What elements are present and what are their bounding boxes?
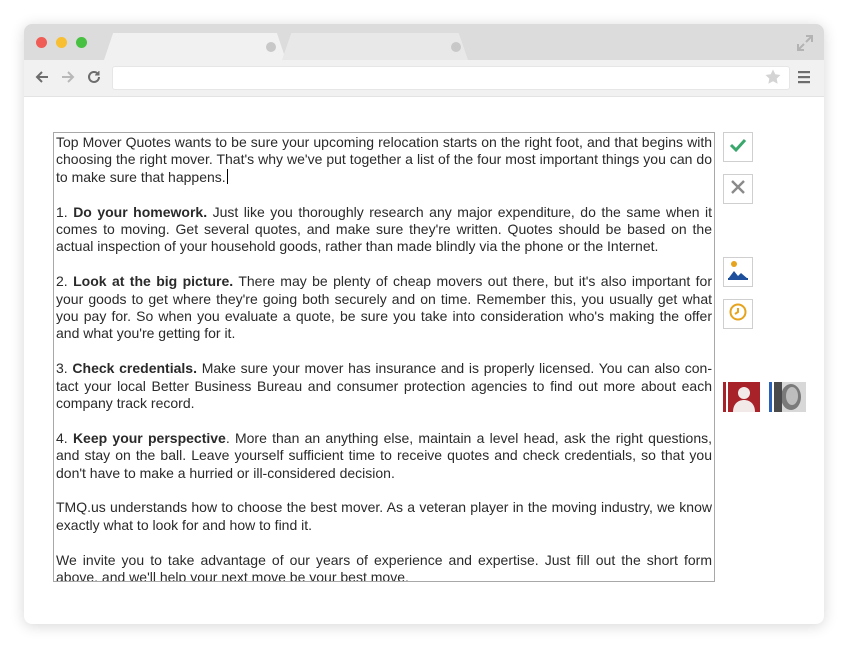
- reject-button[interactable]: [723, 174, 753, 204]
- accept-button[interactable]: [723, 132, 753, 162]
- fullscreen-icon[interactable]: [796, 34, 814, 52]
- intro-paragraph: Top Mover Quotes wants to be sure your u…: [56, 134, 712, 185]
- close-icon: [729, 178, 747, 201]
- maximize-window-button[interactable]: [76, 37, 87, 48]
- tab-close-icon[interactable]: [266, 42, 276, 52]
- avatar[interactable]: [723, 382, 760, 412]
- forward-arrow-icon[interactable]: [58, 67, 78, 87]
- history-button[interactable]: [723, 299, 753, 329]
- browser-tab-inactive[interactable]: [282, 33, 468, 60]
- reload-icon[interactable]: [84, 67, 104, 87]
- text-editor[interactable]: Top Mover Quotes wants to be sure your u…: [53, 132, 715, 582]
- tip-paragraph-2: 2. Look at the big picture. There may be…: [56, 273, 712, 342]
- browser-tab-active[interactable]: [104, 33, 286, 60]
- title-bar: [24, 24, 824, 60]
- invite-paragraph: We invite you to take advantage of our y…: [56, 551, 712, 582]
- tip-heading: Check credentials.: [72, 360, 197, 377]
- tip-heading: Do your homework.: [73, 203, 208, 220]
- minimize-window-button[interactable]: [56, 37, 67, 48]
- tip-paragraph-4: 4. Keep your perspective. More than an a…: [56, 429, 712, 481]
- tip-paragraph-3: 3. Check credentials. Make sure your mov…: [56, 360, 713, 412]
- tmq-paragraph: TMQ.us understands how to choose the bes…: [56, 499, 712, 533]
- clock-icon: [728, 302, 748, 327]
- tab-close-icon[interactable]: [451, 42, 461, 52]
- avatar[interactable]: [769, 382, 806, 412]
- tip-heading: Keep your perspective: [72, 429, 226, 446]
- bookmark-star-icon[interactable]: [764, 68, 782, 86]
- browser-toolbar: [24, 60, 824, 97]
- text-caret: [226, 168, 229, 184]
- tip-paragraph-1: 1. Do your homework. Just like you thoro…: [56, 203, 713, 255]
- browser-window: Top Mover Quotes wants to be sure your u…: [24, 24, 824, 624]
- tip-heading: Look at the big picture.: [73, 273, 234, 290]
- insert-image-button[interactable]: [723, 257, 753, 287]
- check-icon: [728, 135, 748, 160]
- address-bar[interactable]: [112, 66, 790, 90]
- back-arrow-icon[interactable]: [32, 67, 52, 87]
- close-window-button[interactable]: [36, 37, 47, 48]
- menu-hamburger-icon[interactable]: [796, 69, 812, 85]
- image-icon: [727, 259, 749, 286]
